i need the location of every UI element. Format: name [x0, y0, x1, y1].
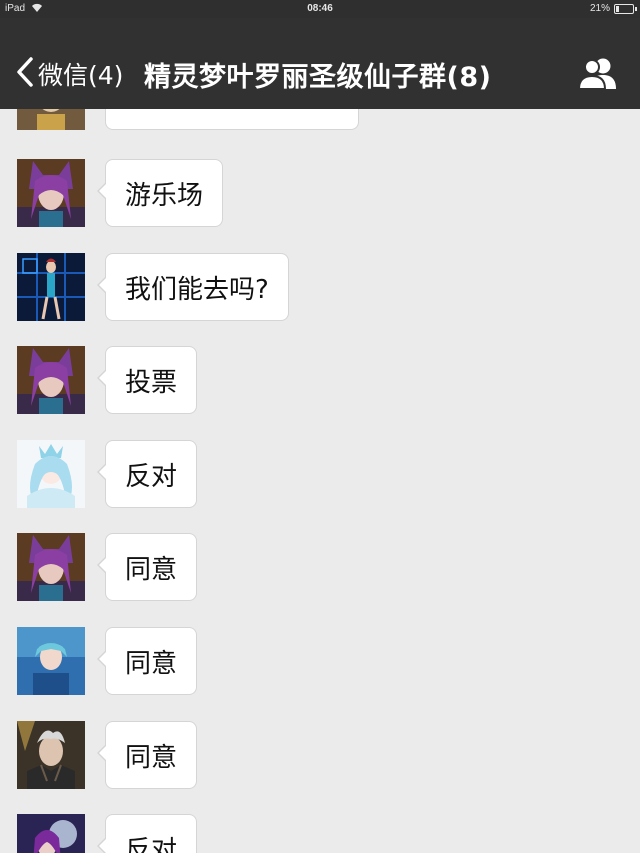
message-item: 反对 — [17, 440, 617, 510]
avatar[interactable] — [17, 109, 85, 130]
back-label: 微信(4) — [38, 61, 124, 90]
message-bubble[interactable]: 同意 — [96, 627, 198, 695]
back-button[interactable]: 微信(4) — [14, 54, 123, 94]
message-bubble[interactable]: 游乐场 — [96, 159, 224, 227]
battery-percent: 21% — [589, 3, 610, 14]
message-item: 反对 — [17, 814, 617, 853]
clock: 08:46 — [307, 3, 333, 14]
message-bubble[interactable] — [105, 109, 359, 130]
avatar[interactable] — [17, 627, 85, 695]
avatar[interactable] — [17, 346, 85, 414]
avatar[interactable] — [17, 721, 85, 789]
message-item — [17, 109, 617, 132]
group-members-icon — [577, 58, 618, 96]
message-item: 我们能去吗? — [17, 253, 617, 323]
message-bubble[interactable]: 同意 — [96, 533, 198, 601]
message-bubble[interactable]: 同意 — [96, 721, 198, 789]
chat-message-list[interactable]: 游乐场 我们能去吗? 投票 反对 同意 同意 同意 反对 — [0, 109, 640, 853]
message-bubble[interactable]: 投票 — [96, 346, 198, 414]
avatar[interactable] — [17, 159, 85, 227]
group-members-button[interactable] — [577, 56, 618, 92]
battery-icon — [614, 4, 637, 14]
message-bubble[interactable]: 反对 — [96, 814, 198, 853]
navigation-bar: 微信(4) 精灵梦叶罗丽圣级仙子群(8) — [0, 18, 640, 109]
chat-title: 精灵梦叶罗丽圣级仙子群(8) — [144, 62, 492, 93]
message-item: 同意 — [17, 627, 617, 697]
message-item: 同意 — [17, 721, 617, 791]
avatar[interactable] — [17, 533, 85, 601]
avatar[interactable] — [17, 814, 85, 853]
avatar[interactable] — [17, 253, 85, 321]
message-bubble[interactable]: 反对 — [96, 440, 198, 508]
message-item: 游乐场 — [17, 159, 617, 229]
message-item: 同意 — [17, 533, 617, 603]
message-bubble[interactable]: 我们能去吗? — [97, 253, 289, 321]
status-bar: iPad 08:46 21% — [0, 0, 640, 18]
chevron-left-icon — [14, 56, 36, 92]
avatar[interactable] — [17, 440, 85, 508]
message-item: 投票 — [17, 346, 617, 416]
